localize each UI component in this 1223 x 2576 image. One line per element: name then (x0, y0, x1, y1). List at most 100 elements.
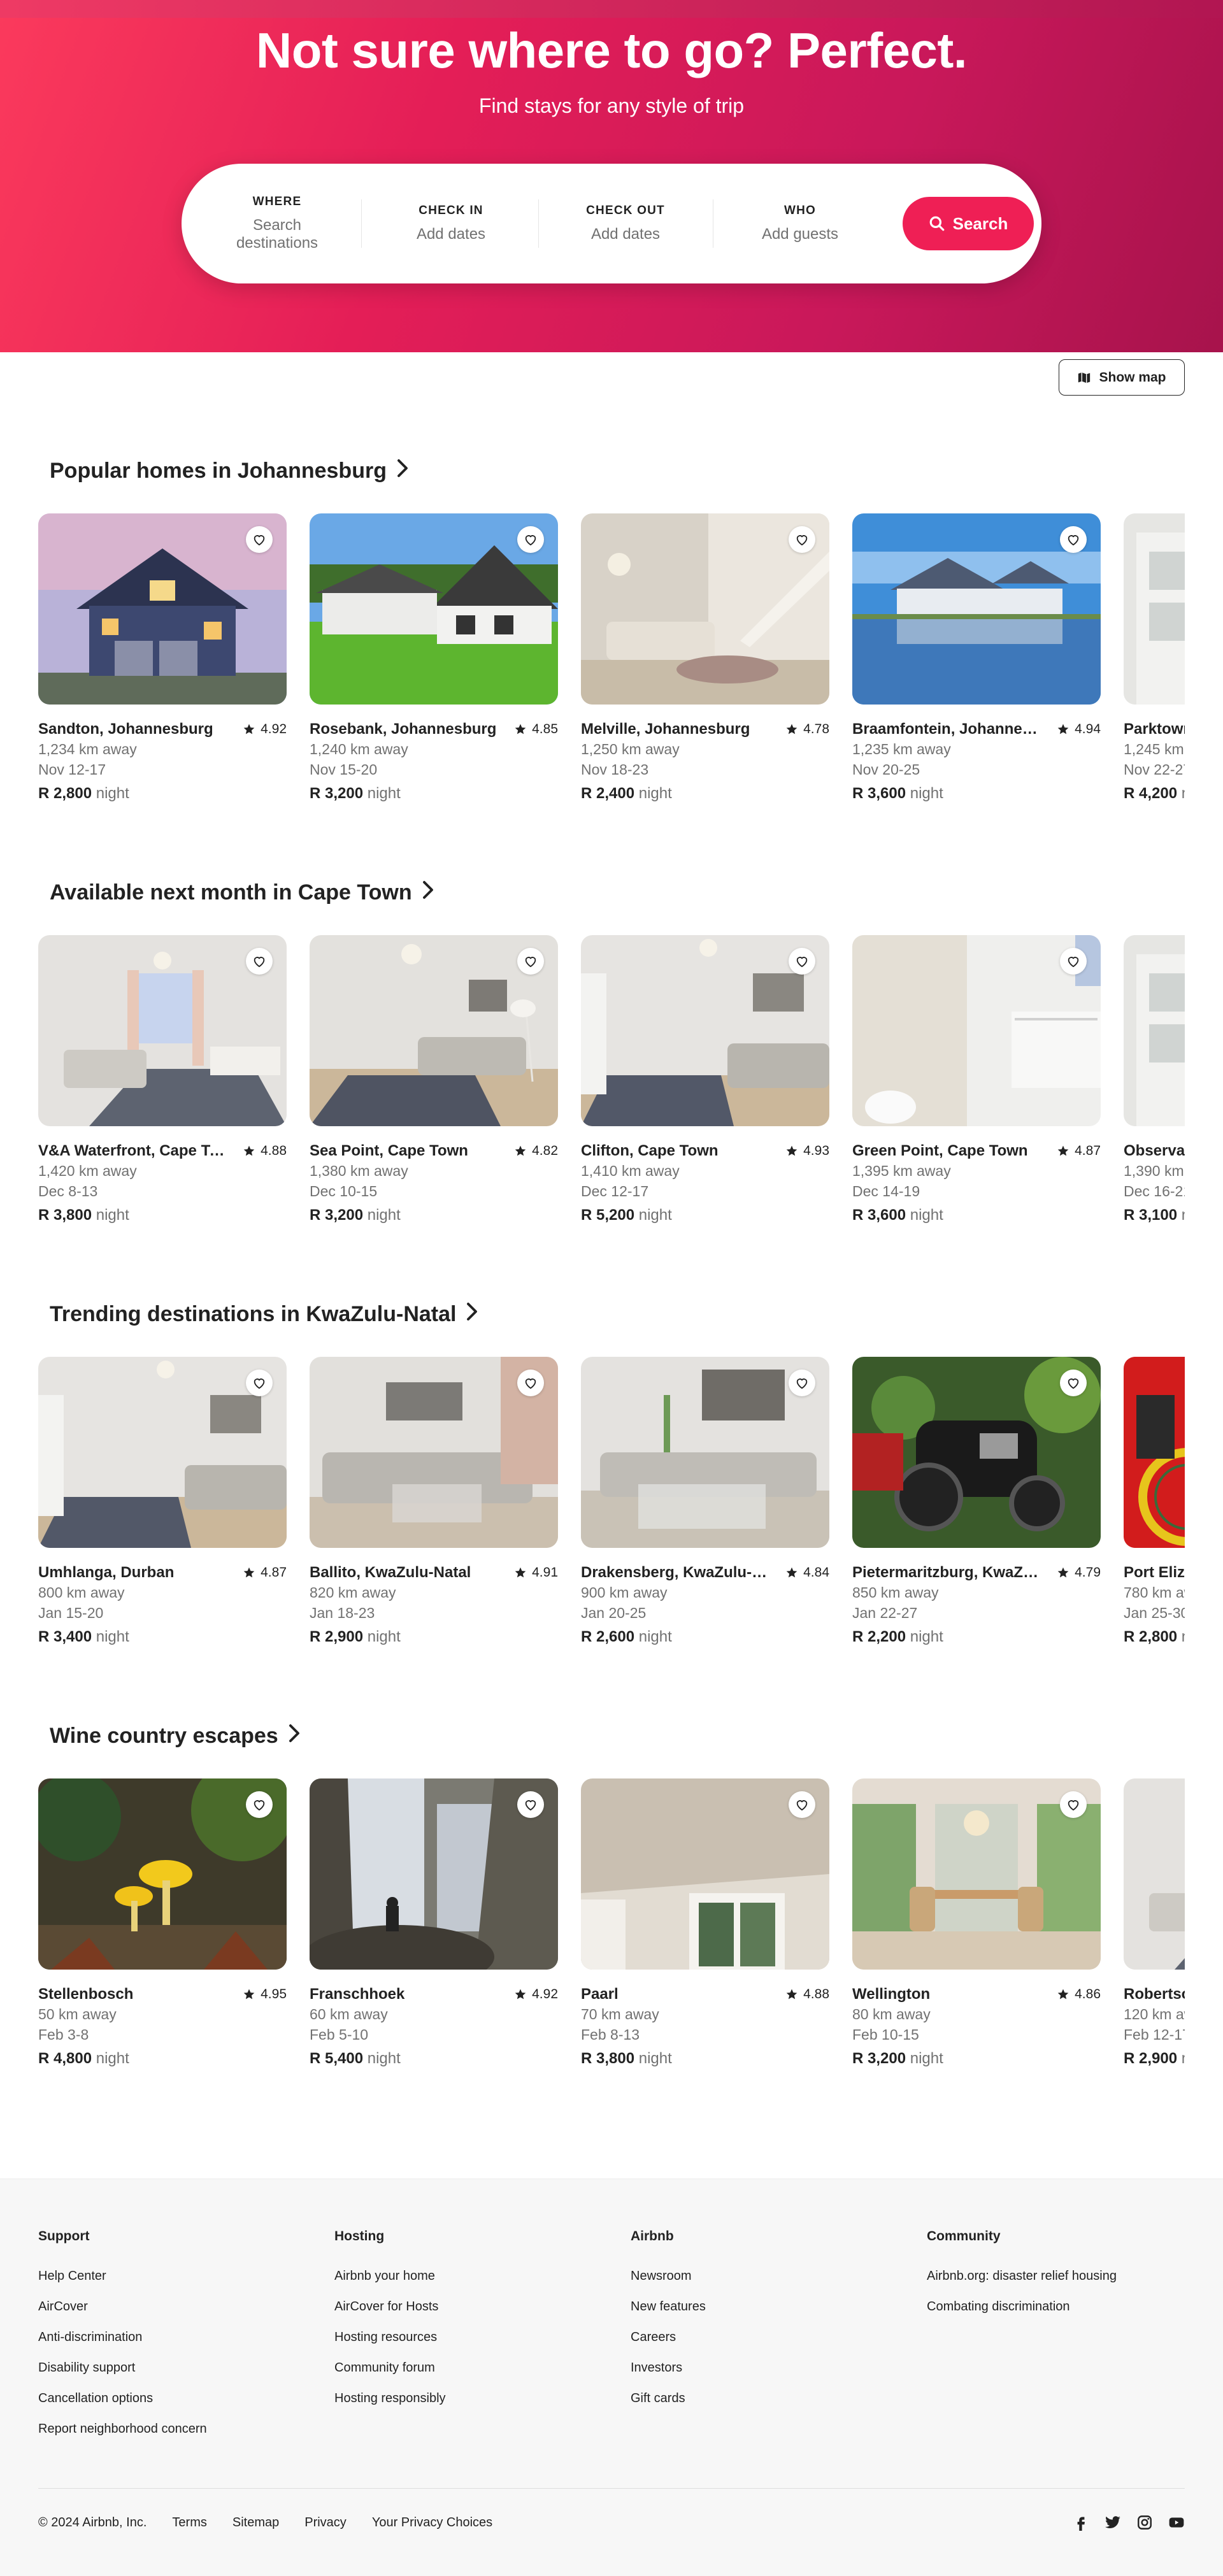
legal-link[interactable]: Terms (172, 2515, 206, 2530)
where-field[interactable]: WHERE Search destinations (201, 180, 354, 267)
listing-card[interactable]: Sandton, Johannesburg 4.92 1,234 km away… (38, 513, 287, 806)
listing-card[interactable]: Umhlanga, Durban 4.87 800 km away Jan 15… (38, 1357, 287, 1650)
heart-icon[interactable] (517, 948, 544, 975)
listing-photo[interactable] (852, 513, 1101, 705)
footer-link[interactable]: Report neighborhood concern (38, 2414, 207, 2444)
heart-icon[interactable] (789, 948, 815, 975)
listing-photo[interactable] (1124, 1778, 1185, 1970)
twitter-icon[interactable] (1105, 2514, 1121, 2531)
footer-link[interactable]: Investors (631, 2352, 706, 2383)
listing-card[interactable]: Ballito, KwaZulu-Natal 4.91 820 km away … (310, 1357, 558, 1650)
listing-photo[interactable] (38, 1778, 287, 1970)
listing-card[interactable]: Clifton, Cape Town 4.93 1,410 km away De… (581, 935, 829, 1228)
section-title[interactable]: Wine country escapes (50, 1724, 301, 1749)
heart-icon[interactable] (517, 526, 544, 553)
heart-icon[interactable] (789, 1791, 815, 1818)
check-in-input[interactable]: Add dates (417, 225, 485, 243)
footer-link[interactable]: New features (631, 2291, 706, 2322)
footer-link[interactable]: Newsroom (631, 2261, 706, 2291)
footer-link[interactable]: Community forum (334, 2352, 446, 2383)
check-in-field[interactable]: CHECK IN Add dates (368, 180, 534, 267)
listing-card[interactable]: Sea Point, Cape Town 4.82 1,380 km away … (310, 935, 558, 1228)
who-field[interactable]: WHO Add guests (717, 180, 883, 267)
heart-icon[interactable] (517, 1791, 544, 1818)
listing-card[interactable]: Melville, Johannesburg 4.78 1,250 km awa… (581, 513, 829, 806)
show-map-button[interactable]: Show map (1059, 359, 1185, 396)
listing-carousel[interactable]: V&A Waterfront, Cape Town 4.88 1,420 km … (38, 935, 1185, 1228)
legal-link[interactable]: Privacy (304, 2515, 347, 2530)
section-title[interactable]: Available next month in Cape Town (50, 880, 435, 905)
section-title[interactable]: Popular homes in Johannesburg (50, 459, 410, 483)
legal-link[interactable]: Your Privacy Choices (372, 2515, 492, 2530)
listing-card[interactable]: Port Elizabeth 4.83 780 km away Jan 25-3… (1124, 1357, 1185, 1650)
listing-card[interactable]: Robertson 4.84 120 km away Feb 12-17 R 2… (1124, 1778, 1185, 2072)
heart-icon[interactable] (246, 1370, 273, 1396)
footer-link[interactable]: Hosting resources (334, 2322, 446, 2352)
facebook-icon[interactable] (1073, 2514, 1089, 2531)
listing-photo[interactable] (310, 513, 558, 705)
heart-icon[interactable] (1060, 948, 1087, 975)
listing-photo[interactable] (581, 513, 829, 705)
footer-link[interactable]: Gift cards (631, 2383, 706, 2414)
listing-carousel[interactable]: Stellenbosch 4.95 50 km away Feb 3-8 R 4… (38, 1778, 1185, 2072)
footer-link[interactable]: Disability support (38, 2352, 207, 2383)
listing-photo[interactable] (1124, 513, 1185, 705)
heart-icon[interactable] (789, 526, 815, 553)
listing-photo[interactable] (581, 1357, 829, 1548)
who-input[interactable]: Add guests (762, 225, 838, 243)
heart-icon[interactable] (246, 948, 273, 975)
instagram-icon[interactable] (1136, 2514, 1153, 2531)
check-out-field[interactable]: CHECK OUT Add dates (542, 180, 709, 267)
listing-photo[interactable] (852, 935, 1101, 1126)
listing-card[interactable]: Braamfontein, Johannesburg 4.94 1,235 km… (852, 513, 1101, 806)
listing-photo[interactable] (1124, 935, 1185, 1126)
listing-photo[interactable] (38, 935, 287, 1126)
heart-icon[interactable] (517, 1370, 544, 1396)
youtube-icon[interactable] (1168, 2514, 1185, 2531)
listing-photo[interactable] (310, 935, 558, 1126)
heart-icon[interactable] (1060, 1370, 1087, 1396)
listing-photo[interactable] (581, 1778, 829, 1970)
heart-icon[interactable] (789, 1370, 815, 1396)
listing-card[interactable]: Pietermaritzburg, KwaZulu-Natal 4.79 850… (852, 1357, 1101, 1650)
footer-link[interactable]: Combating discrimination (927, 2291, 1117, 2322)
section-title[interactable]: Trending destinations in KwaZulu-Natal (50, 1302, 479, 1327)
listing-photo[interactable] (310, 1778, 558, 1970)
footer-link[interactable]: Airbnb.org: disaster relief housing (927, 2261, 1117, 2291)
footer-link[interactable]: AirCover (38, 2291, 207, 2322)
listing-card[interactable]: Green Point, Cape Town 4.87 1,395 km awa… (852, 935, 1101, 1228)
listing-photo[interactable] (310, 1357, 558, 1548)
where-input[interactable]: Search destinations (232, 217, 322, 252)
heart-icon[interactable] (1060, 526, 1087, 553)
listing-card[interactable]: Wellington 4.86 80 km away Feb 10-15 R 3… (852, 1778, 1101, 2072)
heart-icon[interactable] (246, 526, 273, 553)
listing-card[interactable]: V&A Waterfront, Cape Town 4.88 1,420 km … (38, 935, 287, 1228)
footer-link[interactable]: Cancellation options (38, 2383, 207, 2414)
listing-card[interactable]: Franschhoek 4.92 60 km away Feb 5-10 R 5… (310, 1778, 558, 2072)
listing-photo[interactable] (38, 513, 287, 705)
listing-card[interactable]: Observatory, Cape Town 4.80 1,390 km awa… (1124, 935, 1185, 1228)
footer-link[interactable]: Careers (631, 2322, 706, 2352)
listing-photo[interactable] (1124, 1357, 1185, 1548)
listing-card[interactable]: Drakensberg, KwaZulu-Natal 4.84 900 km a… (581, 1357, 829, 1650)
listing-carousel[interactable]: Sandton, Johannesburg 4.92 1,234 km away… (38, 513, 1185, 806)
listing-card[interactable]: Parktown, Johannesburg 4.81 1,245 km awa… (1124, 513, 1185, 806)
listing-photo[interactable] (581, 935, 829, 1126)
footer-link[interactable]: Anti-discrimination (38, 2322, 207, 2352)
heart-icon[interactable] (1060, 1791, 1087, 1818)
listing-card[interactable]: Paarl 4.88 70 km away Feb 8-13 R 3,800 n… (581, 1778, 829, 2072)
listing-card[interactable]: Rosebank, Johannesburg 4.85 1,240 km awa… (310, 513, 558, 806)
footer-link[interactable]: Help Center (38, 2261, 207, 2291)
listing-photo[interactable] (38, 1357, 287, 1548)
check-out-input[interactable]: Add dates (591, 225, 660, 243)
listing-photo[interactable] (852, 1357, 1101, 1548)
listing-card[interactable]: Stellenbosch 4.95 50 km away Feb 3-8 R 4… (38, 1778, 287, 2072)
footer-link[interactable]: Hosting responsibly (334, 2383, 446, 2414)
search-button[interactable]: Search (903, 197, 1034, 250)
heart-icon[interactable] (246, 1791, 273, 1818)
listing-photo[interactable] (852, 1778, 1101, 1970)
legal-link[interactable]: Sitemap (232, 2515, 279, 2530)
footer-link[interactable]: Airbnb your home (334, 2261, 446, 2291)
footer-link[interactable]: AirCover for Hosts (334, 2291, 446, 2322)
listing-carousel[interactable]: Umhlanga, Durban 4.87 800 km away Jan 15… (38, 1357, 1185, 1650)
